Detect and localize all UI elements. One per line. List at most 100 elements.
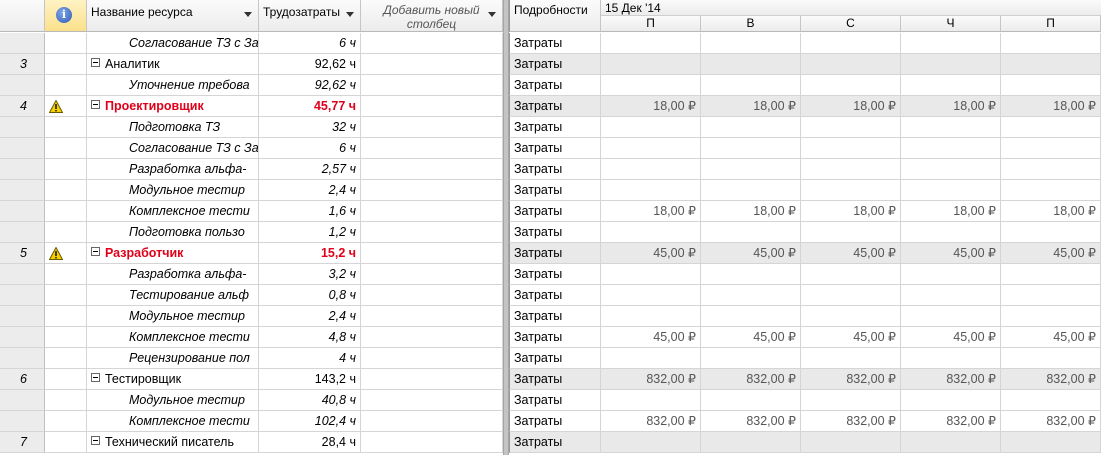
cost-cell[interactable]: 832,00 ₽	[701, 411, 801, 432]
add-column-cell[interactable]	[361, 390, 503, 411]
cost-cell[interactable]	[601, 432, 701, 453]
work-cell[interactable]: 92,62 ч	[259, 75, 361, 96]
cost-cell[interactable]	[601, 222, 701, 243]
cost-cell[interactable]	[601, 117, 701, 138]
cost-cell[interactable]	[701, 33, 801, 54]
cost-cell[interactable]	[601, 285, 701, 306]
cost-cell[interactable]: 18,00 ₽	[601, 96, 701, 117]
resource-name-cell[interactable]: Тестирование альф	[87, 285, 259, 306]
work-cell[interactable]: 3,2 ч	[259, 264, 361, 285]
cost-cell[interactable]	[901, 138, 1001, 159]
cost-cell[interactable]	[801, 306, 901, 327]
work-cell[interactable]: 2,4 ч	[259, 180, 361, 201]
cost-cell[interactable]: 832,00 ₽	[801, 369, 901, 390]
cost-cell[interactable]	[701, 285, 801, 306]
resource-name-cell[interactable]: Согласование ТЗ с За	[87, 138, 259, 159]
row-id-cell[interactable]	[0, 348, 45, 369]
resource-row[interactable]: Модульное тестир 40,8 ч Затраты	[0, 390, 1101, 411]
add-new-column-header[interactable]: Добавить новый столбец	[361, 0, 503, 32]
add-column-cell[interactable]	[361, 306, 503, 327]
cost-cell[interactable]: 18,00 ₽	[901, 201, 1001, 222]
add-column-cell[interactable]	[361, 117, 503, 138]
cost-cell[interactable]	[801, 75, 901, 96]
resource-row[interactable]: 3 Аналитик 92,62 ч Затраты	[0, 54, 1101, 75]
cost-cell[interactable]	[701, 390, 801, 411]
cost-cell[interactable]	[901, 222, 1001, 243]
row-id-cell[interactable]: 4	[0, 96, 45, 117]
chevron-down-icon[interactable]	[346, 12, 354, 17]
cost-cell[interactable]	[1001, 33, 1101, 54]
cost-cell[interactable]	[701, 138, 801, 159]
work-cell[interactable]: 40,8 ч	[259, 390, 361, 411]
work-cell[interactable]: 1,2 ч	[259, 222, 361, 243]
work-cell[interactable]: 143,2 ч	[259, 369, 361, 390]
add-column-cell[interactable]	[361, 138, 503, 159]
row-id-cell[interactable]: 6	[0, 369, 45, 390]
cost-cell[interactable]	[801, 54, 901, 75]
cost-cell[interactable]	[1001, 54, 1101, 75]
work-cell[interactable]: 32 ч	[259, 117, 361, 138]
work-cell[interactable]: 4 ч	[259, 348, 361, 369]
add-column-cell[interactable]	[361, 327, 503, 348]
id-column-header[interactable]	[0, 0, 45, 32]
resource-row[interactable]: Рецензирование пол 4 ч Затраты	[0, 348, 1101, 369]
row-id-cell[interactable]: 5	[0, 243, 45, 264]
resource-name-cell[interactable]: Комплексное тести	[87, 201, 259, 222]
work-cell[interactable]: 1,6 ч	[259, 201, 361, 222]
cost-cell[interactable]: 18,00 ₽	[1001, 96, 1101, 117]
cost-cell[interactable]: 832,00 ₽	[1001, 369, 1101, 390]
resource-row[interactable]: Разработка альфа- 2,57 ч Затраты	[0, 159, 1101, 180]
resource-row[interactable]: Подготовка ТЗ 32 ч Затраты	[0, 117, 1101, 138]
cost-cell[interactable]	[901, 264, 1001, 285]
resource-name-cell[interactable]: Уточнение требова	[87, 75, 259, 96]
cost-cell[interactable]	[601, 138, 701, 159]
work-cell[interactable]: 45,77 ч	[259, 96, 361, 117]
row-id-cell[interactable]	[0, 180, 45, 201]
cost-cell[interactable]	[1001, 348, 1101, 369]
cost-cell[interactable]	[801, 159, 901, 180]
cost-cell[interactable]: 45,00 ₽	[1001, 243, 1101, 264]
cost-cell[interactable]	[1001, 159, 1101, 180]
cost-cell[interactable]	[701, 54, 801, 75]
resource-name-cell[interactable]: Разработка альфа-	[87, 264, 259, 285]
cost-cell[interactable]: 832,00 ₽	[801, 411, 901, 432]
cost-cell[interactable]	[701, 75, 801, 96]
resource-name-cell[interactable]: Разработчик	[87, 243, 259, 264]
resource-row[interactable]: Комплексное тести 102,4 ч Затраты 832,00 ₽8…	[0, 411, 1101, 432]
cost-cell[interactable]: 45,00 ₽	[801, 243, 901, 264]
cost-cell[interactable]	[601, 180, 701, 201]
cost-cell[interactable]: 45,00 ₽	[601, 327, 701, 348]
work-cell[interactable]: 28,4 ч	[259, 432, 361, 453]
cost-cell[interactable]: 18,00 ₽	[701, 201, 801, 222]
resource-name-cell[interactable]: Аналитик	[87, 54, 259, 75]
cost-cell[interactable]	[601, 348, 701, 369]
row-id-cell[interactable]	[0, 33, 45, 54]
resource-row[interactable]: 7 Технический писатель 28,4 ч Затраты	[0, 432, 1101, 453]
work-column-header[interactable]: Трудозатраты	[259, 0, 361, 32]
cost-cell[interactable]: 45,00 ₽	[801, 327, 901, 348]
cost-cell[interactable]	[1001, 222, 1101, 243]
cost-cell[interactable]: 832,00 ₽	[601, 411, 701, 432]
cost-cell[interactable]: 45,00 ₽	[901, 243, 1001, 264]
cost-cell[interactable]: 18,00 ₽	[901, 96, 1001, 117]
row-id-cell[interactable]	[0, 306, 45, 327]
chevron-down-icon[interactable]	[244, 12, 252, 17]
add-column-cell[interactable]	[361, 159, 503, 180]
collapse-icon[interactable]	[91, 436, 100, 445]
add-column-cell[interactable]	[361, 201, 503, 222]
collapse-icon[interactable]	[91, 58, 100, 67]
add-column-cell[interactable]	[361, 243, 503, 264]
row-id-cell[interactable]	[0, 327, 45, 348]
resource-row[interactable]: Модульное тестир 2,4 ч Затраты	[0, 180, 1101, 201]
cost-cell[interactable]	[801, 264, 901, 285]
resource-name-cell[interactable]: Модульное тестир	[87, 306, 259, 327]
work-cell[interactable]: 6 ч	[259, 33, 361, 54]
resource-row[interactable]: Модульное тестир 2,4 ч Затраты	[0, 306, 1101, 327]
cost-cell[interactable]	[801, 180, 901, 201]
row-id-cell[interactable]	[0, 159, 45, 180]
cost-cell[interactable]	[801, 33, 901, 54]
cost-cell[interactable]	[601, 264, 701, 285]
work-cell[interactable]: 2,4 ч	[259, 306, 361, 327]
collapse-icon[interactable]	[91, 247, 100, 256]
cost-cell[interactable]	[601, 159, 701, 180]
